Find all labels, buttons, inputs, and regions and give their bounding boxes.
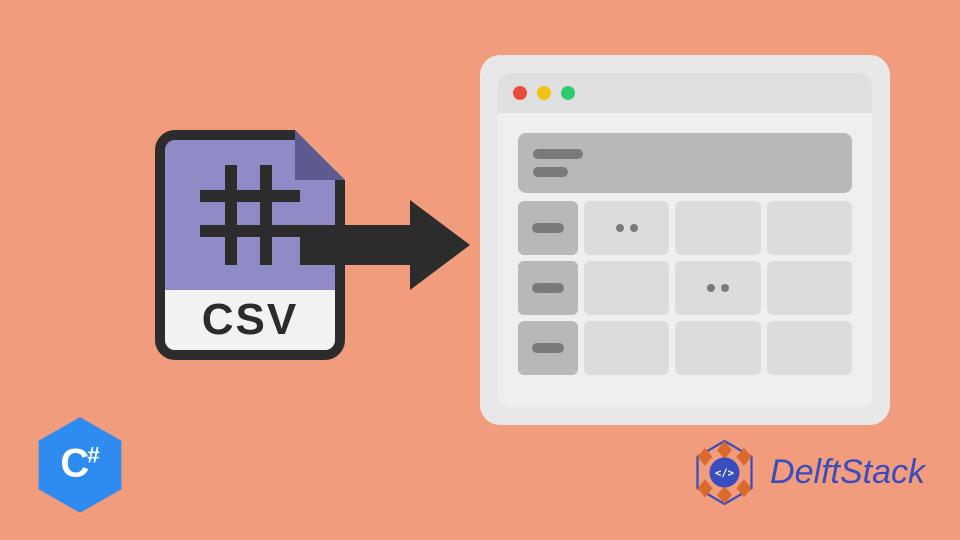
close-icon xyxy=(513,86,527,100)
table-cell xyxy=(767,261,852,315)
table-cell xyxy=(584,261,669,315)
table-cell xyxy=(767,201,852,255)
delftstack-name: DelftStack xyxy=(770,453,925,492)
minimize-icon xyxy=(537,86,551,100)
table-cell xyxy=(675,201,760,255)
svg-text:</>: </> xyxy=(715,467,734,479)
csv-label: CSV xyxy=(165,290,335,350)
table-row xyxy=(518,201,852,255)
hash-icon xyxy=(200,165,300,265)
row-label xyxy=(518,261,578,315)
csharp-text: C# xyxy=(60,442,99,487)
maximize-icon xyxy=(561,86,575,100)
header-line xyxy=(533,167,568,177)
delftstack-logo: </> DelftStack xyxy=(687,435,925,510)
csharp-logo: C# xyxy=(35,415,125,515)
file-corner-cut xyxy=(295,130,345,180)
table-grid xyxy=(518,201,852,375)
table-header xyxy=(518,133,852,193)
table-cell xyxy=(584,201,669,255)
delftstack-emblem-icon: </> xyxy=(687,435,762,510)
table-cell xyxy=(675,261,760,315)
table-cell xyxy=(675,321,760,375)
table-cell xyxy=(767,321,852,375)
row-label xyxy=(518,321,578,375)
table-area xyxy=(498,113,872,401)
header-line xyxy=(533,149,583,159)
row-label xyxy=(518,201,578,255)
arrow-icon xyxy=(300,200,480,290)
table-cell xyxy=(584,321,669,375)
table-row xyxy=(518,261,852,315)
table-row xyxy=(518,321,852,375)
csv-label-text: CSV xyxy=(202,295,298,345)
window-titlebar xyxy=(498,73,872,113)
datatable-window xyxy=(480,55,890,425)
window-inner xyxy=(498,73,872,407)
